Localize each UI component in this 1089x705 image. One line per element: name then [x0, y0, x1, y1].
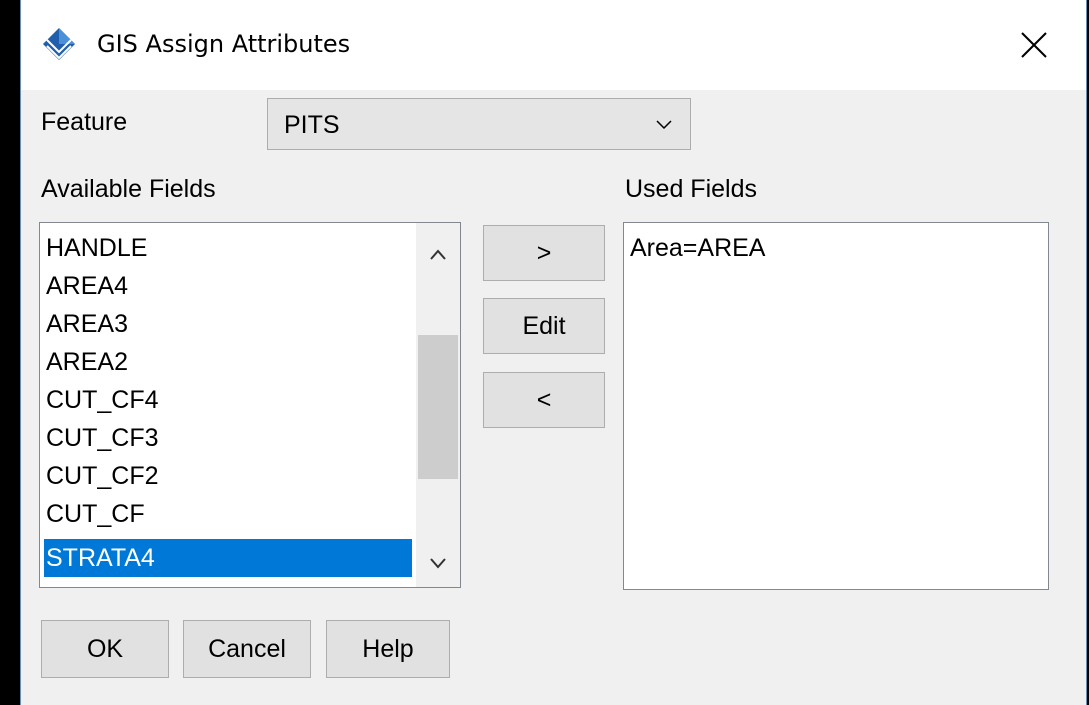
list-item[interactable]: CUT_CF3 [44, 419, 159, 457]
gis-assign-attributes-dialog: GIS Assign Attributes Feature PITS Avail… [20, 0, 1087, 705]
window-title: GIS Assign Attributes [97, 30, 351, 58]
list-item[interactable]: CUT_CF4 [44, 381, 159, 419]
pyramid-app-icon [43, 28, 75, 60]
list-item[interactable]: AREA2 [44, 343, 128, 381]
cancel-button[interactable]: Cancel [183, 620, 311, 678]
chevron-down-icon [656, 120, 672, 130]
ok-button[interactable]: OK [41, 620, 169, 678]
add-field-button[interactable]: > [483, 225, 605, 281]
list-item[interactable]: AREA3 [44, 305, 128, 343]
list-item[interactable]: HANDLE [44, 229, 147, 267]
close-icon [1021, 32, 1047, 58]
list-item[interactable]: CUT_CF [44, 495, 145, 533]
available-fields-scrollbar[interactable] [416, 223, 460, 587]
scroll-thumb[interactable] [418, 335, 458, 479]
close-button[interactable] [1011, 22, 1057, 68]
list-item[interactable]: CUT_CF2 [44, 457, 159, 495]
used-fields-list[interactable]: Area=AREA [623, 222, 1049, 590]
list-item[interactable]: Area=AREA [628, 229, 766, 267]
help-button[interactable]: Help [326, 620, 450, 678]
remove-field-button[interactable]: < [483, 372, 605, 428]
title-bar[interactable]: GIS Assign Attributes [21, 0, 1086, 90]
used-fields-label: Used Fields [625, 175, 757, 203]
feature-label: Feature [41, 108, 128, 136]
list-item[interactable]: AREA4 [44, 267, 128, 305]
available-fields-label: Available Fields [41, 175, 216, 203]
scroll-up-icon[interactable] [428, 245, 448, 265]
edit-field-button[interactable]: Edit [483, 298, 605, 354]
scroll-down-icon[interactable] [428, 553, 448, 573]
list-item-selected[interactable]: STRATA4 [44, 539, 412, 577]
feature-dropdown[interactable]: PITS [267, 98, 691, 150]
available-fields-list[interactable]: HANDLE AREA4 AREA3 AREA2 CUT_CF4 CUT_CF3… [39, 222, 461, 588]
feature-selected-value: PITS [284, 111, 340, 139]
